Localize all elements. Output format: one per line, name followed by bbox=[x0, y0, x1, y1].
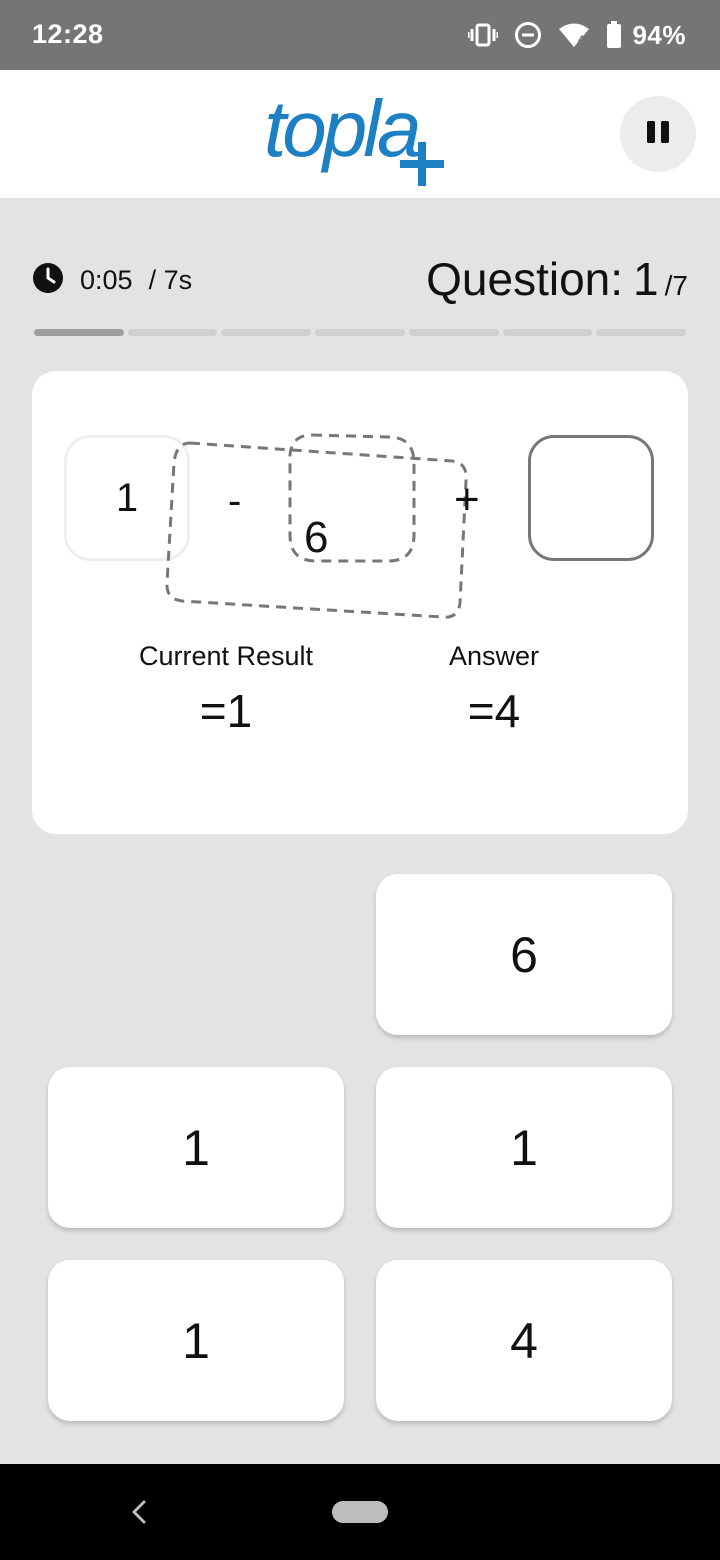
battery-icon bbox=[606, 21, 622, 49]
dragged-number[interactable]: 6 bbox=[304, 513, 328, 563]
current-result: Current Result =1 bbox=[136, 641, 316, 738]
timer-elapsed: 0:05 bbox=[80, 264, 133, 295]
battery-percent: 94% bbox=[632, 19, 686, 50]
puzzle-card: 1 - 6 + Current Result =1 Answer =4 bbox=[32, 371, 688, 834]
home-button[interactable] bbox=[332, 1501, 388, 1523]
answer-value: =4 bbox=[467, 685, 521, 737]
operator-plus: + bbox=[454, 475, 480, 524]
back-icon[interactable] bbox=[126, 1496, 154, 1533]
operator-minus: - bbox=[228, 479, 242, 523]
number-tile[interactable]: 1 bbox=[48, 1260, 344, 1421]
app-header: topla bbox=[0, 70, 720, 198]
number-tile[interactable]: 4 bbox=[376, 1260, 672, 1421]
timer-limit: / 7s bbox=[148, 264, 193, 295]
svg-text:4: 4 bbox=[578, 34, 585, 46]
drag-outline-overlay bbox=[165, 433, 468, 619]
question-progress bbox=[34, 329, 687, 337]
status-bar: 12:28 4 94% bbox=[0, 0, 720, 70]
vibrate-icon bbox=[468, 23, 499, 47]
question-total: /7 bbox=[664, 270, 688, 301]
question-label: Question: bbox=[426, 253, 624, 305]
logo-text: topla bbox=[264, 84, 419, 173]
question-counter: Question: 1 /7 bbox=[426, 252, 688, 306]
wifi-icon: 4 bbox=[558, 22, 590, 48]
status-icons: 4 94% bbox=[468, 18, 686, 52]
answer: Answer =4 bbox=[412, 641, 576, 738]
status-time: 12:28 bbox=[32, 19, 104, 49]
progress-segment bbox=[221, 329, 312, 336]
number-tile[interactable]: 1 bbox=[48, 1067, 344, 1228]
app-logo: topla bbox=[262, 78, 462, 190]
progress-segment bbox=[408, 329, 499, 336]
current-result-label: Current Result bbox=[138, 641, 314, 671]
clock-icon bbox=[32, 262, 64, 299]
do-not-disturb-icon bbox=[514, 21, 542, 49]
number-tile[interactable]: 6 bbox=[376, 874, 672, 1035]
current-result-value: =1 bbox=[199, 685, 253, 737]
system-nav-bar bbox=[0, 1464, 720, 1560]
progress-segment bbox=[596, 329, 687, 336]
progress-segment bbox=[502, 329, 593, 336]
progress-segment bbox=[34, 329, 124, 336]
pause-button[interactable] bbox=[620, 96, 696, 172]
progress-segment bbox=[127, 329, 218, 336]
answer-label: Answer bbox=[448, 641, 540, 671]
question-number: 1 bbox=[633, 253, 659, 305]
timer: 0:05 / 7s bbox=[32, 262, 192, 298]
progress-segment bbox=[315, 329, 405, 336]
number-tile[interactable]: 1 bbox=[376, 1067, 672, 1228]
pause-icon bbox=[645, 119, 671, 150]
